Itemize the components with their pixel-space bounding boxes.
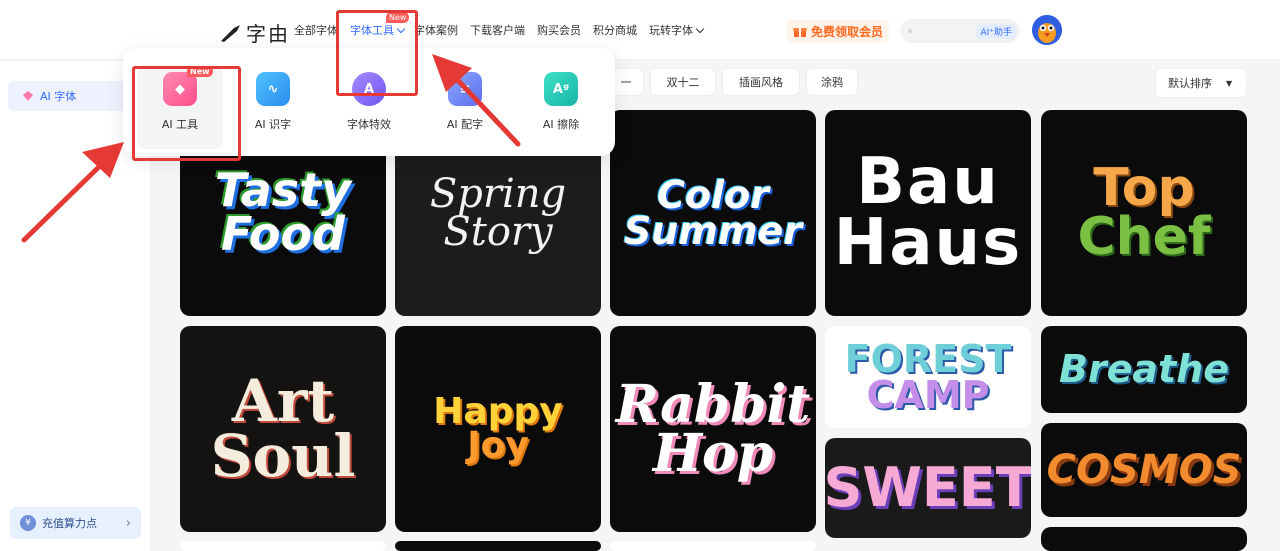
font-card[interactable]: FOREST CAMP <box>825 326 1031 428</box>
font-card[interactable]: Top Chef <box>1041 110 1247 316</box>
font-card-partial[interactable] <box>395 541 601 551</box>
font-card-partial[interactable] <box>610 541 816 551</box>
font-card[interactable]: COSMOS <box>1041 423 1247 517</box>
filter-chip[interactable]: 插画风格 <box>722 68 800 96</box>
font-card[interactable]: Bau Haus <box>825 110 1031 316</box>
font-card[interactable]: Breathe <box>1041 326 1247 413</box>
brush-icon <box>221 24 240 42</box>
nav-play-fonts[interactable]: 玩转字体 <box>649 22 705 38</box>
search-icon <box>908 28 913 34</box>
logo-text: 字由 <box>246 22 290 46</box>
recharge-points-button[interactable]: ¥ 充值算力点 › <box>10 507 141 539</box>
font-card[interactable]: Color Summer <box>610 110 816 316</box>
gift-icon <box>793 27 807 37</box>
nav-download-client[interactable]: 下载客户端 <box>470 22 525 38</box>
text-lines-icon: ≡ <box>448 72 482 106</box>
nav-all-fonts[interactable]: 全部字体 <box>294 22 338 38</box>
free-vip-button[interactable]: 免费领取会员 <box>787 20 890 42</box>
font-card[interactable]: Happy Joy <box>395 326 601 532</box>
nav-font-cases[interactable]: 字体案例 <box>414 22 458 38</box>
sidebar-item-ai-fonts[interactable]: AI 字体 <box>8 81 142 111</box>
search-input[interactable] <box>916 25 977 37</box>
font-card-partial[interactable] <box>180 541 386 551</box>
font-card-partial[interactable] <box>1041 527 1247 551</box>
triangle-down-icon: ▼ <box>1226 78 1233 88</box>
font-card[interactable]: SWEET <box>825 438 1031 538</box>
bird-avatar-icon <box>1032 15 1062 45</box>
site-logo[interactable]: 字由 <box>220 18 290 47</box>
annotation-box <box>132 66 241 161</box>
nav-points-mall[interactable]: 积分商城 <box>593 22 637 38</box>
tool-ai-recognize[interactable]: ∿ AI 识字 <box>233 72 313 132</box>
chevron-down-icon <box>695 24 705 33</box>
nav-buy-membership[interactable]: 购买会员 <box>537 22 581 38</box>
eraser-icon: Aᵍ <box>544 72 578 106</box>
tool-ai-erase[interactable]: Aᵍ AI 擦除 <box>521 72 601 132</box>
avatar[interactable] <box>1032 15 1062 45</box>
filter-chip[interactable]: 双十二 <box>650 68 716 96</box>
waveform-icon: ∿ <box>256 72 290 106</box>
coin-icon: ¥ <box>20 515 36 531</box>
font-card[interactable]: Rabbit Hop <box>610 326 816 532</box>
annotation-box <box>336 10 418 96</box>
filter-chip[interactable]: 涂鸦 <box>806 68 858 96</box>
sort-dropdown[interactable]: 默认排序 ▼ <box>1155 68 1247 98</box>
search-box[interactable]: AI⁺助手 <box>900 19 1020 43</box>
font-card[interactable]: Art Soul <box>180 326 386 532</box>
diamond-icon <box>23 91 33 101</box>
ai-assistant-button[interactable]: AI⁺助手 <box>976 23 1016 39</box>
chevron-right-icon: › <box>125 515 131 531</box>
tool-ai-text-match[interactable]: ≡ AI 配字 <box>425 72 505 132</box>
